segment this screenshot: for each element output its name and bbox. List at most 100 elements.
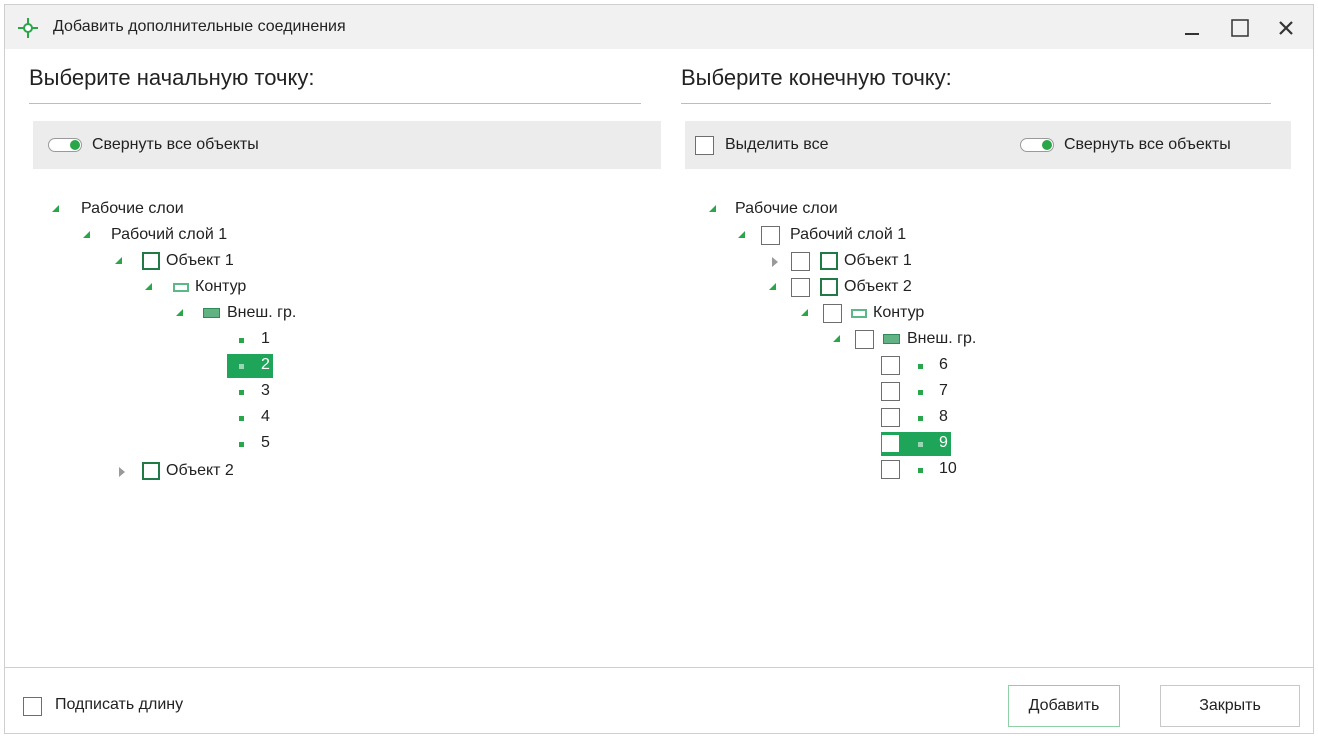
tree-item-point[interactable]: 8	[881, 406, 981, 430]
close-icon[interactable]	[1273, 15, 1299, 41]
point-icon	[918, 416, 923, 421]
tree-item-point[interactable]: 1	[227, 328, 307, 352]
point-icon	[239, 364, 244, 369]
tree-item-point-selected[interactable]: 2	[227, 354, 307, 378]
minimize-icon[interactable]	[1179, 15, 1205, 41]
expand-arrow-icon[interactable]	[769, 283, 776, 290]
maximize-icon[interactable]	[1227, 15, 1253, 41]
tree-item-object-1[interactable]: Объект 1	[765, 250, 1065, 274]
tree-item-label: 4	[261, 408, 270, 425]
expand-arrow-icon[interactable]	[83, 231, 90, 238]
expand-arrow-icon[interactable]	[801, 309, 808, 316]
expand-arrow-icon[interactable]	[833, 335, 840, 342]
target-icon	[18, 18, 38, 38]
collapse-all-toggle[interactable]	[48, 138, 82, 152]
tree-item-label: 10	[939, 460, 957, 477]
tree-item-layer[interactable]: Рабочий слой 1	[733, 224, 1033, 248]
point-icon	[918, 364, 923, 369]
sign-length-checkbox[interactable]	[23, 697, 42, 716]
expand-arrow-icon[interactable]	[709, 205, 716, 212]
point-icon	[239, 416, 244, 421]
object-icon	[820, 278, 838, 296]
point-icon	[239, 442, 244, 447]
collapsed-arrow-icon[interactable]	[772, 257, 778, 267]
tree-item-object-1[interactable]: Объект 1	[109, 250, 409, 274]
point-icon	[918, 442, 923, 447]
sign-length-label[interactable]: Подписать длину	[55, 696, 183, 714]
tree-item-contour[interactable]: Контур	[797, 302, 1097, 326]
tree-checkbox[interactable]	[881, 460, 900, 479]
object-icon	[142, 462, 160, 480]
tree-item-root[interactable]: Рабочие слои	[703, 198, 1003, 222]
tree-item-label: Объект 2	[166, 462, 234, 479]
point-icon	[239, 338, 244, 343]
tree-item-point[interactable]: 6	[881, 354, 981, 378]
tree-item-layer[interactable]: Рабочий слой 1	[75, 224, 375, 248]
tree-checkbox[interactable]	[761, 226, 780, 245]
tree-item-label: 7	[939, 382, 948, 399]
select-all-label[interactable]: Выделить все	[725, 136, 828, 154]
title-bar: Добавить дополнительные соединения	[5, 5, 1313, 49]
tree-item-point[interactable]: 4	[227, 406, 307, 430]
tree-item-label: Рабочий слой 1	[790, 226, 907, 243]
tree-item-object-2[interactable]: Объект 2	[765, 276, 1065, 300]
tree-item-object-2[interactable]: Объект 2	[109, 460, 409, 484]
right-toolbar: Выделить все Свернуть все объекты	[685, 121, 1291, 169]
tree-item-label: 5	[261, 434, 270, 451]
toggle-knob	[1042, 140, 1052, 150]
tree-checkbox[interactable]	[881, 356, 900, 375]
contour-icon	[173, 283, 189, 292]
point-icon	[239, 390, 244, 395]
tree-item-label: Объект 1	[844, 252, 912, 269]
tree-item-point[interactable]: 5	[227, 432, 307, 456]
tree-item-label: Контур	[195, 278, 247, 295]
tree-checkbox[interactable]	[791, 278, 810, 297]
object-icon	[820, 252, 838, 270]
tree-checkbox[interactable]	[881, 434, 900, 453]
tree-item-outer-boundary[interactable]: Внеш. гр.	[829, 328, 1129, 352]
tree-item-label: Внеш. гр.	[907, 330, 977, 347]
tree-checkbox[interactable]	[791, 252, 810, 271]
footer-divider	[5, 667, 1313, 668]
object-icon	[142, 252, 160, 270]
tree-item-label: Объект 1	[166, 252, 234, 269]
tree-item-point[interactable]: 7	[881, 380, 981, 404]
tree-item-point-selected[interactable]: 9	[881, 432, 981, 456]
tree-checkbox[interactable]	[881, 408, 900, 427]
left-toolbar: Свернуть все объекты	[33, 121, 661, 169]
tree-item-label: 3	[261, 382, 270, 399]
dialog-window: Добавить дополнительные соединения Выбер…	[4, 4, 1314, 734]
expand-arrow-icon[interactable]	[176, 309, 183, 316]
expand-arrow-icon[interactable]	[738, 231, 745, 238]
expand-arrow-icon[interactable]	[145, 283, 152, 290]
add-button[interactable]: Добавить	[1008, 685, 1120, 727]
end-point-title: Выберите конечную точку:	[681, 65, 952, 90]
window-title: Добавить дополнительные соединения	[53, 18, 346, 35]
point-icon	[918, 390, 923, 395]
tree-item-label: 6	[939, 356, 948, 373]
tree-checkbox[interactable]	[855, 330, 874, 349]
toggle-knob	[70, 140, 80, 150]
expand-arrow-icon[interactable]	[52, 205, 59, 212]
tree-item-label: 1	[261, 330, 270, 347]
tree-item-contour[interactable]: Контур	[141, 276, 441, 300]
tree-item-point[interactable]: 3	[227, 380, 307, 404]
start-point-title: Выберите начальную точку:	[29, 65, 315, 90]
tree-item-label: 8	[939, 408, 948, 425]
tree-item-outer-boundary[interactable]: Внеш. гр.	[171, 302, 471, 326]
tree-item-label: Рабочие слои	[81, 200, 184, 217]
tree-item-root[interactable]: Рабочие слои	[45, 198, 345, 222]
collapse-all-toggle[interactable]	[1020, 138, 1054, 152]
tree-checkbox[interactable]	[823, 304, 842, 323]
outer-boundary-icon	[883, 334, 900, 344]
collapsed-arrow-icon[interactable]	[119, 467, 125, 477]
expand-arrow-icon[interactable]	[115, 257, 122, 264]
divider	[29, 103, 641, 104]
collapse-all-label[interactable]: Свернуть все объекты	[92, 136, 259, 154]
tree-checkbox[interactable]	[881, 382, 900, 401]
contour-icon	[851, 309, 867, 318]
collapse-all-label[interactable]: Свернуть все объекты	[1064, 136, 1231, 154]
select-all-checkbox[interactable]	[695, 136, 714, 155]
close-button[interactable]: Закрыть	[1160, 685, 1300, 727]
tree-item-point[interactable]: 10	[881, 458, 981, 482]
